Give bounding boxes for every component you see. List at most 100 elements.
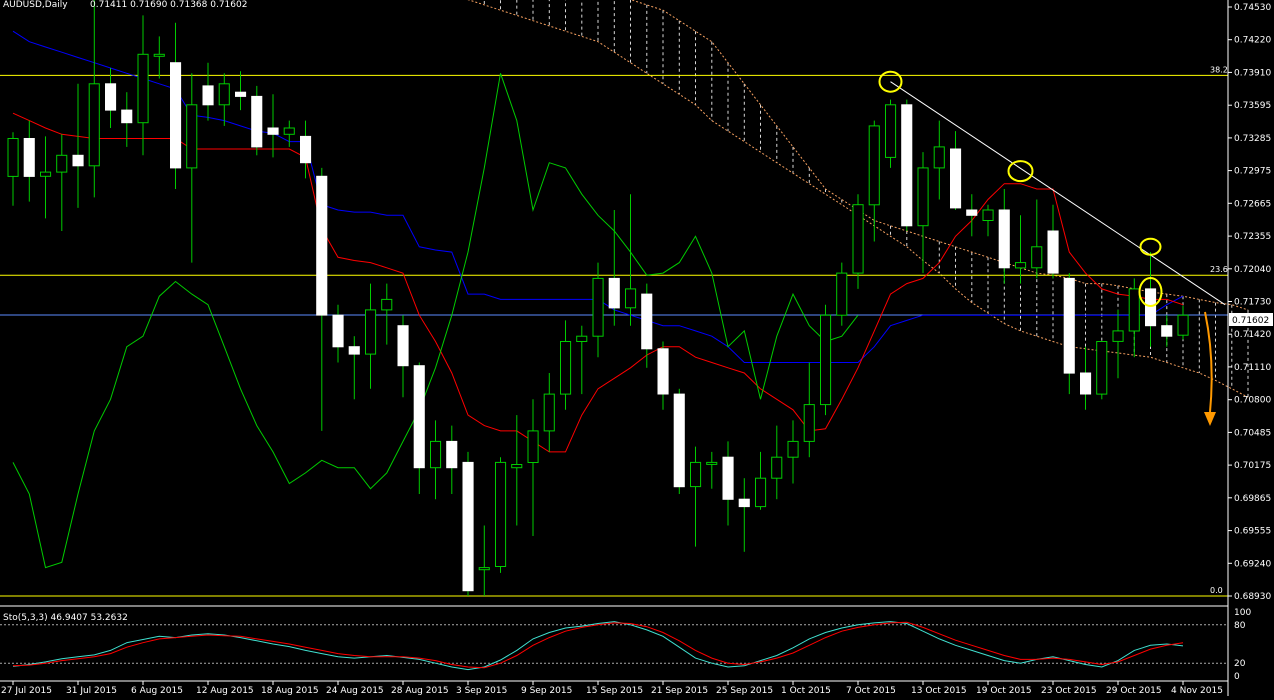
- price-tick-label: 0.74530: [1234, 3, 1271, 13]
- candle-body-bull: [803, 404, 815, 442]
- candle-body-bear: [901, 104, 913, 227]
- candle-body-bull: [625, 288, 637, 309]
- chart-symbol: AUDUSD,Daily: [3, 0, 68, 10]
- candle-body-bull: [592, 277, 604, 337]
- candle-body-bull: [868, 125, 880, 206]
- price-tick-label: 0.71110: [1234, 363, 1271, 373]
- candle-body-bear: [121, 109, 133, 124]
- candle-body-bull: [543, 393, 555, 432]
- candle-body-bull: [690, 461, 702, 488]
- time-tick-label: 24 Aug 2015: [326, 686, 384, 696]
- candle-body-bear: [348, 346, 360, 355]
- fib-level-label: 23.6: [1210, 265, 1228, 274]
- candle-body-bull: [527, 430, 539, 463]
- time-tick-label: 9 Sep 2015: [521, 686, 572, 696]
- candle-body-bear: [446, 440, 458, 469]
- candle-body-bull: [933, 146, 945, 169]
- candle-body-bull: [40, 171, 52, 177]
- candle-body-bear: [1063, 277, 1075, 374]
- candle-body-bear: [608, 277, 620, 309]
- candle-body-bull: [1112, 330, 1124, 342]
- price-tick-label: 0.71420: [1234, 330, 1271, 340]
- price-tick-label: 0.73285: [1234, 134, 1271, 144]
- stoch-scale-label: 80: [1234, 621, 1246, 631]
- candle-body-bear: [397, 325, 409, 367]
- chart-canvas[interactable]: 38.2 23.6 0.0 0.74530 0.74220 0.73910 0.73595…: [0, 0, 1274, 696]
- candle-body-bear: [1047, 230, 1059, 274]
- time-tick-label: 13 Oct 2015: [911, 686, 967, 696]
- candle-body-bull: [1031, 246, 1043, 269]
- time-tick-label: 18 Aug 2015: [261, 686, 319, 696]
- candle-body-bull: [576, 335, 588, 343]
- candle-body-bull: [495, 461, 507, 567]
- current-price-label: 0.71602: [1232, 316, 1269, 326]
- candle-body-bear: [1145, 288, 1157, 327]
- price-tick-label: 0.69240: [1234, 559, 1271, 569]
- candle-body-bull: [7, 138, 19, 177]
- time-tick-label: 25 Sep 2015: [716, 686, 773, 696]
- candle-body-bear: [23, 138, 35, 177]
- candle-body-bear: [251, 95, 263, 148]
- time-tick-label: 19 Oct 2015: [976, 686, 1032, 696]
- candle-body-bear: [267, 127, 279, 135]
- candle-body-bull: [283, 127, 295, 135]
- candle-body-bull: [1096, 341, 1108, 395]
- candle-body-bear: [673, 393, 685, 488]
- time-tick-label: 1 Oct 2015: [781, 686, 831, 696]
- time-tick-label: 4 Nov 2015: [1171, 686, 1223, 696]
- candle-body-bear: [413, 365, 425, 469]
- price-tick-label: 0.72665: [1234, 199, 1271, 209]
- candle-body-bull: [56, 154, 68, 173]
- candle-body-bear: [235, 91, 247, 97]
- stoch-scale-label: 100: [1234, 608, 1251, 618]
- price-tick-label: 0.70800: [1234, 396, 1271, 406]
- price-tick-label: 0.73910: [1234, 68, 1271, 78]
- candle-body-bull: [917, 167, 929, 227]
- time-tick-label: 27 Jul 2015: [1, 686, 52, 696]
- time-tick-label: 21 Sep 2015: [651, 686, 708, 696]
- price-tick-label: 0.69865: [1234, 494, 1271, 504]
- time-tick-label: 31 Jul 2015: [66, 686, 117, 696]
- candle-body-bear: [950, 148, 962, 209]
- candle-body-bear: [738, 498, 750, 508]
- candle-body-bear: [105, 83, 117, 111]
- candle-body-bear: [657, 348, 669, 395]
- candle-body-bear: [332, 314, 344, 348]
- candle-body-bull: [836, 272, 848, 316]
- chart-ohlc: 0.71411 0.71690 0.71368 0.71602: [90, 0, 247, 10]
- candle-body-bull: [1015, 262, 1027, 269]
- price-tick-label: 0.70485: [1234, 428, 1271, 438]
- candle-body-bear: [316, 175, 328, 316]
- candle-body-bull: [88, 83, 100, 167]
- time-tick-label: 6 Aug 2015: [131, 686, 183, 696]
- time-tick-label: 3 Sep 2015: [456, 686, 507, 696]
- candle-body-bull: [755, 477, 767, 508]
- time-tick-label: 23 Oct 2015: [1041, 686, 1097, 696]
- candle-body-bear: [966, 209, 978, 216]
- candle-body-bull: [137, 53, 149, 124]
- time-tick-label: 7 Oct 2015: [846, 686, 896, 696]
- price-tick-label: 0.72355: [1234, 232, 1271, 242]
- candle-body-bear: [72, 154, 84, 167]
- price-tick-label: 0.68930: [1234, 592, 1271, 602]
- candle-body-bull: [820, 314, 832, 406]
- candle-body-bull: [885, 104, 897, 158]
- fib-level-label: 0.0: [1210, 586, 1223, 595]
- candle-body-bull: [787, 440, 799, 458]
- price-tick-label: 0.73595: [1234, 101, 1271, 111]
- price-tick-label: 0.70175: [1234, 461, 1271, 471]
- price-tick-label: 0.72975: [1234, 167, 1271, 177]
- candle-body-bear: [170, 62, 182, 169]
- candle-body-bear: [1161, 325, 1173, 337]
- time-tick-label: 29 Oct 2015: [1106, 686, 1162, 696]
- stochastic-label: Sto(5,3,3) 46.9407 53.2632: [3, 613, 128, 623]
- candle-body-bear: [462, 461, 474, 592]
- candle-body-bull: [365, 309, 377, 355]
- time-tick-label: 12 Aug 2015: [196, 686, 254, 696]
- price-tick-label: 0.72040: [1234, 265, 1271, 275]
- candle-body-bear: [1080, 372, 1092, 395]
- candle-body-bull: [478, 567, 490, 571]
- time-tick-label: 28 Aug 2015: [391, 686, 449, 696]
- candle-body-bull: [771, 456, 783, 479]
- chart-window[interactable]: 38.2 23.6 0.0 0.74530 0.74220 0.73910 0.73595…: [0, 0, 1274, 696]
